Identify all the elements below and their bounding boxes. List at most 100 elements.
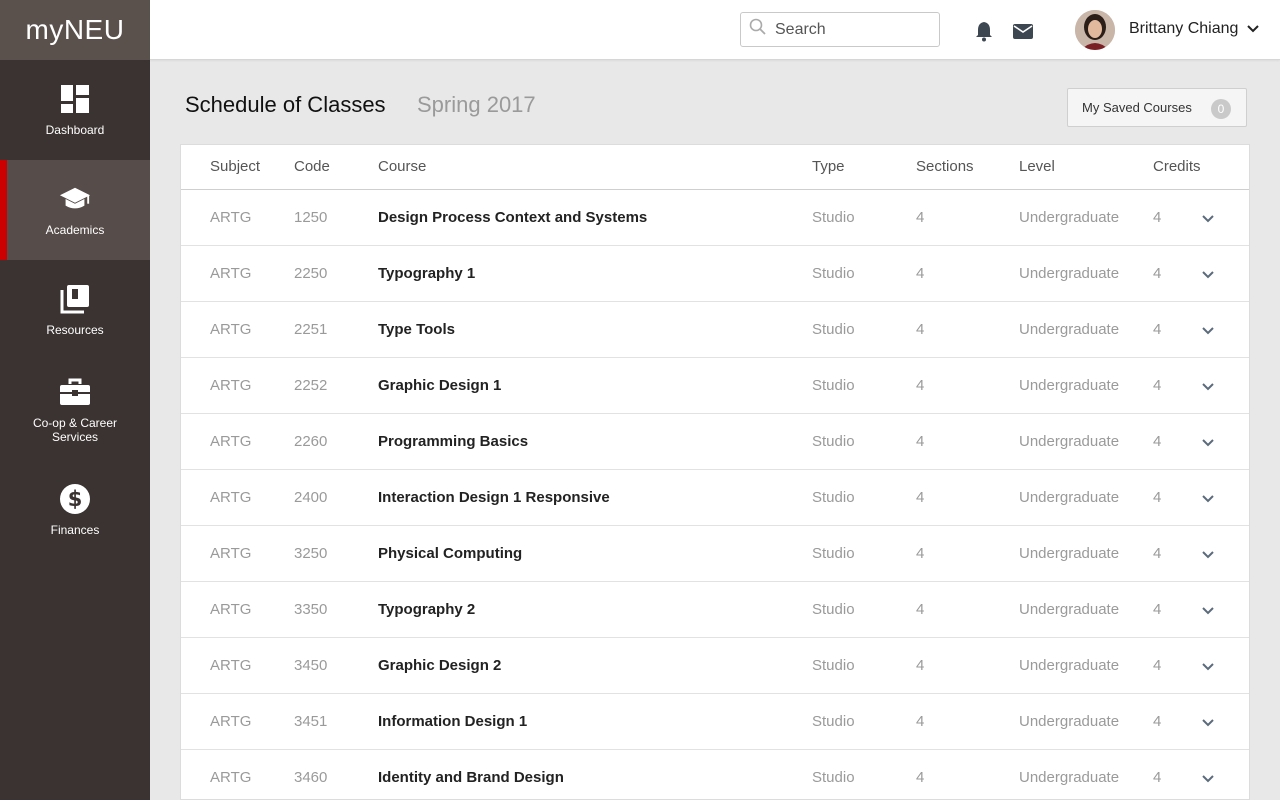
credits-cell: 4 (1153, 769, 1162, 786)
sections-cell: 4 (916, 545, 925, 562)
dollar-icon: $ (59, 483, 91, 515)
chevron-down-icon[interactable] (1201, 268, 1215, 286)
code-cell: 3460 (294, 769, 328, 786)
chevron-down-icon[interactable] (1201, 772, 1215, 790)
sidebar: myNEU Dashboard Academics Resources Co-o… (0, 0, 150, 800)
column-header-code[interactable]: Code (294, 158, 330, 175)
code-cell: 3250 (294, 545, 328, 562)
sidebar-item-finances[interactable]: $ Finances (0, 460, 150, 560)
code-cell: 1250 (294, 209, 328, 226)
subject-cell: ARTG (210, 433, 252, 450)
sidebar-item-label: Co-op & Career Services (32, 416, 118, 444)
sections-cell: 4 (916, 601, 925, 618)
column-header-course[interactable]: Course (378, 158, 426, 175)
code-cell: 2250 (294, 265, 328, 282)
avatar[interactable] (1075, 10, 1115, 50)
table-row[interactable]: ARTG 2400 Interaction Design 1 Responsive S… (181, 470, 1249, 526)
table-row[interactable]: ARTG 2252 Graphic Design 1 Studio 4 Undergrad… (181, 358, 1249, 414)
chevron-down-icon[interactable] (1201, 380, 1215, 398)
type-cell: Studio (812, 433, 855, 450)
sidebar-item-coop-career[interactable]: Co-op & Career Services (0, 360, 150, 460)
level-cell: Undergraduate (1019, 713, 1120, 730)
bell-icon[interactable] (973, 20, 995, 42)
chevron-down-icon[interactable] (1201, 436, 1215, 454)
column-header-subject[interactable]: Subject (210, 158, 260, 175)
table-row[interactable]: ARTG 3460 Identity and Brand Design Studio 4… (181, 750, 1249, 799)
sidebar-item-label: Dashboard (45, 123, 105, 137)
column-header-credits[interactable]: Credits (1153, 158, 1201, 175)
chevron-down-icon[interactable] (1201, 604, 1215, 622)
course-name-cell: Typography 1 (378, 265, 476, 282)
subject-cell: ARTG (210, 377, 252, 394)
column-header-sections[interactable]: Sections (916, 158, 974, 175)
table-row[interactable]: ARTG 2251 Type Tools Studio 4 Undergraduate 4 (181, 302, 1249, 358)
type-cell: Studio (812, 601, 855, 618)
level-cell: Undergraduate (1019, 265, 1120, 282)
subject-cell: ARTG (210, 209, 252, 226)
column-header-type[interactable]: Type (812, 158, 845, 175)
level-cell: Undergraduate (1019, 769, 1120, 786)
sidebar-item-academics[interactable]: Academics (0, 160, 150, 260)
type-cell: Studio (812, 377, 855, 394)
code-cell: 2251 (294, 321, 328, 338)
level-cell: Undergraduate (1019, 433, 1120, 450)
mail-icon[interactable] (1012, 20, 1034, 42)
table-row[interactable]: ARTG 2260 Programming Basics Studio 4 Undergr… (181, 414, 1249, 470)
sidebar-item-label: Finances (50, 523, 100, 537)
level-cell: Undergraduate (1019, 489, 1120, 506)
level-cell: Undergraduate (1019, 321, 1120, 338)
level-cell: Undergraduate (1019, 545, 1120, 562)
sidebar-item-resources[interactable]: Resources (0, 260, 150, 360)
subject-cell: ARTG (210, 489, 252, 506)
term-label: Spring 2017 (417, 92, 536, 117)
code-cell: 3451 (294, 713, 328, 730)
table-row[interactable]: ARTG 3350 Typography 2 Studio 4 Undergraduate… (181, 582, 1249, 638)
chevron-down-icon[interactable] (1201, 492, 1215, 510)
course-name-cell: Typography 2 (378, 601, 476, 618)
table-row[interactable]: ARTG 3450 Graphic Design 2 Studio 4 Undergrad… (181, 638, 1249, 694)
dashboard-icon (59, 83, 91, 115)
chevron-down-icon[interactable] (1201, 324, 1215, 342)
credits-cell: 4 (1153, 433, 1162, 450)
search-input[interactable] (775, 20, 935, 39)
chevron-down-icon[interactable] (1246, 22, 1260, 41)
level-cell: Undergraduate (1019, 657, 1120, 674)
column-header-level[interactable]: Level (1019, 158, 1055, 175)
sections-cell: 4 (916, 489, 925, 506)
code-cell: 2252 (294, 377, 328, 394)
chevron-down-icon[interactable] (1201, 660, 1215, 678)
subject-cell: ARTG (210, 769, 252, 786)
table-row[interactable]: ARTG 1250 Design Process Context and Syste… (181, 190, 1249, 246)
sidebar-item-label: Resources (46, 323, 104, 337)
table-row[interactable]: ARTG 3451 Information Design 1 Studio 4 Under… (181, 694, 1249, 750)
sections-cell: 4 (916, 769, 925, 786)
sidebar-item-label: Academics (45, 223, 105, 237)
table-row[interactable]: ARTG 3250 Physical Computing Studio 4 Undergr… (181, 526, 1249, 582)
level-cell: Undergraduate (1019, 601, 1120, 618)
type-cell: Studio (812, 265, 855, 282)
credits-cell: 4 (1153, 209, 1162, 226)
saved-courses-button[interactable]: My Saved Courses 0 (1067, 88, 1247, 127)
chevron-down-icon[interactable] (1201, 716, 1215, 734)
credits-cell: 4 (1153, 713, 1162, 730)
code-cell: 3450 (294, 657, 328, 674)
sidebar-item-dashboard[interactable]: Dashboard (0, 60, 150, 160)
svg-text:$: $ (68, 487, 83, 511)
top-header: Brittany Chiang (150, 0, 1280, 60)
app-logo[interactable]: myNEU (0, 0, 150, 60)
credits-cell: 4 (1153, 657, 1162, 674)
table-row[interactable]: ARTG 2250 Typography 1 Studio 4 Undergraduate… (181, 246, 1249, 302)
subject-cell: ARTG (210, 601, 252, 618)
credits-cell: 4 (1153, 489, 1162, 506)
user-name[interactable]: Brittany Chiang (1129, 20, 1238, 38)
subject-cell: ARTG (210, 321, 252, 338)
sections-cell: 4 (916, 377, 925, 394)
subject-cell: ARTG (210, 713, 252, 730)
chevron-down-icon[interactable] (1201, 548, 1215, 566)
sections-cell: 4 (916, 433, 925, 450)
search-box[interactable] (740, 12, 940, 47)
code-cell: 2400 (294, 489, 328, 506)
type-cell: Studio (812, 713, 855, 730)
level-cell: Undergraduate (1019, 377, 1120, 394)
chevron-down-icon[interactable] (1201, 212, 1215, 230)
